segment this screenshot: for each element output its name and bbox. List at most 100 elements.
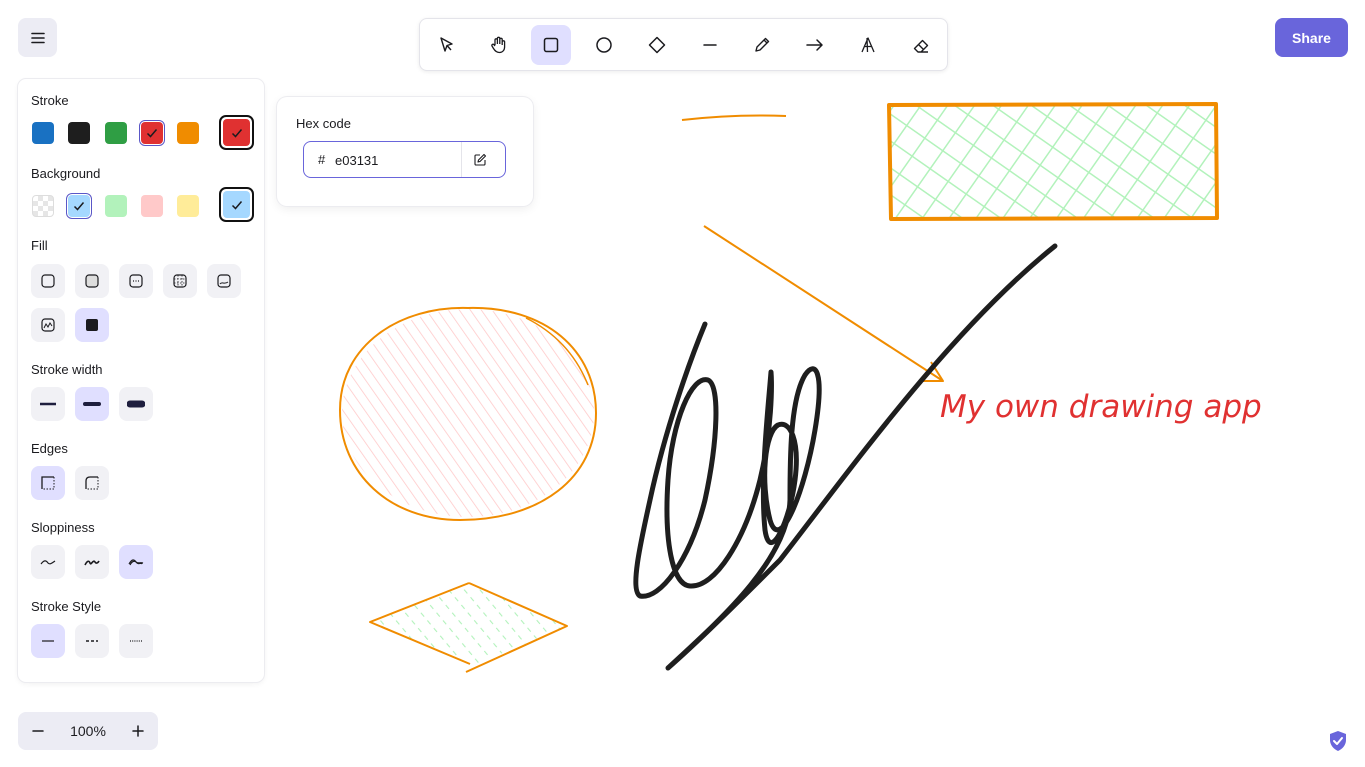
fill-zigzag-line-icon (41, 318, 55, 332)
canvas-text-shape[interactable]: My own drawing app (940, 389, 1262, 425)
fill-dashed-button[interactable] (163, 264, 197, 298)
background-color-blue[interactable] (66, 193, 92, 219)
encryption-shield-button[interactable] (1328, 730, 1348, 752)
sloppiness-architect-icon (40, 560, 56, 565)
stroke-width-bold-button[interactable] (75, 387, 109, 421)
hex-prefix: # (318, 152, 326, 167)
sloppiness-label: Sloppiness (31, 520, 95, 535)
eraser-tool[interactable] (901, 25, 941, 65)
stroke-label: Stroke (31, 93, 69, 108)
stroke-style-label: Stroke Style (31, 599, 102, 614)
stroke-color-green[interactable] (105, 122, 127, 144)
diamond-tool[interactable] (637, 25, 677, 65)
canvas-rectangle-shape[interactable] (887, 102, 1219, 221)
stroke-width-extra-bold-button[interactable] (119, 387, 153, 421)
edges-sharp-icon (41, 476, 55, 490)
background-color-green[interactable] (105, 195, 127, 217)
main-menu-button[interactable] (18, 18, 57, 57)
stroke-color-black[interactable] (68, 122, 90, 144)
minus-icon (32, 730, 44, 732)
ellipse-icon (596, 37, 612, 53)
fill-cross-hatch-button[interactable] (75, 264, 109, 298)
edges-sharp-button[interactable] (31, 466, 65, 500)
hex-code-label: Hex code (296, 116, 351, 131)
share-button[interactable]: Share (1275, 18, 1348, 57)
stroke-style-solid-icon (42, 640, 54, 642)
zoom-out-button[interactable] (18, 712, 58, 750)
fill-dots-button[interactable] (119, 264, 153, 298)
canvas-arrow-shape[interactable] (703, 225, 944, 382)
rectangle-icon (543, 37, 559, 53)
fill-zigzag-icon (217, 274, 231, 288)
stroke-color-orange[interactable] (177, 122, 199, 144)
sloppiness-cartoonist-icon (128, 559, 144, 566)
arrow-icon (806, 39, 823, 51)
checkmark-icon (231, 200, 242, 210)
checkmark-icon (231, 128, 242, 138)
canvas-ellipse-shape[interactable] (338, 306, 598, 522)
text-icon (861, 37, 875, 53)
fill-dashed-icon (173, 274, 187, 288)
fill-zigzag-line-button[interactable] (31, 308, 65, 342)
text-tool[interactable] (848, 25, 888, 65)
shapes-toolbar (419, 18, 948, 71)
ellipse-tool[interactable] (584, 25, 624, 65)
hand-icon (491, 36, 506, 54)
sloppiness-cartoonist-button[interactable] (119, 545, 153, 579)
arrow-tool[interactable] (795, 25, 835, 65)
zoom-in-button[interactable] (118, 712, 158, 750)
pencil-tool[interactable] (742, 25, 782, 65)
shield-check-icon (1330, 731, 1346, 751)
background-color-yellow[interactable] (177, 195, 199, 217)
stroke-color-blue[interactable] (32, 122, 54, 144)
stroke-width-extra-bold-icon (127, 400, 145, 408)
plus-icon (132, 725, 144, 737)
background-current-color-button[interactable] (219, 187, 254, 222)
stroke-width-bold-icon (83, 402, 101, 406)
hex-code-input[interactable] (335, 151, 455, 169)
line-tool[interactable] (690, 25, 730, 65)
zoom-level[interactable]: 100% (58, 712, 118, 750)
eraser-icon (913, 39, 929, 53)
eyedropper-icon (474, 153, 487, 166)
background-color-transparent[interactable] (32, 195, 54, 217)
canvas-line-shape[interactable] (681, 114, 787, 121)
hand-tool[interactable] (479, 25, 519, 65)
stroke-style-dotted-button[interactable] (119, 624, 153, 658)
fill-zigzag-button[interactable] (207, 264, 241, 298)
sloppiness-artist-button[interactable] (75, 545, 109, 579)
fill-hachure-button[interactable] (31, 264, 65, 298)
selection-tool[interactable] (427, 25, 467, 65)
stroke-style-dashed-button[interactable] (75, 624, 109, 658)
fill-cross-hatch-icon (85, 274, 99, 288)
stroke-width-thin-button[interactable] (31, 387, 65, 421)
hamburger-icon (30, 32, 45, 43)
fill-solid-button[interactable] (75, 308, 109, 342)
rectangle-tool[interactable] (531, 25, 571, 65)
background-color-pink[interactable] (141, 195, 163, 217)
stroke-color-red[interactable] (139, 120, 165, 146)
stroke-current-color-button[interactable] (219, 115, 254, 150)
hex-code-popover: Hex code # (277, 97, 533, 206)
pencil-icon (755, 37, 770, 52)
hex-field-divider (461, 142, 462, 177)
background-label: Background (31, 166, 101, 181)
stroke-style-dashed-icon (86, 640, 98, 642)
sloppiness-architect-button[interactable] (31, 545, 65, 579)
eyedropper-button[interactable] (470, 150, 490, 170)
sloppiness-artist-icon (84, 560, 100, 566)
fill-dots-icon (129, 274, 143, 288)
edges-round-button[interactable] (75, 466, 109, 500)
diamond-icon (648, 36, 666, 54)
pointer-icon (440, 37, 453, 52)
edges-label: Edges (31, 441, 68, 456)
stroke-style-solid-button[interactable] (31, 624, 65, 658)
checkmark-icon (146, 129, 158, 138)
fill-solid-icon (86, 319, 98, 331)
canvas-diamond-shape[interactable] (369, 582, 568, 673)
canvas-freedraw-shape[interactable] (633, 243, 1058, 671)
fill-hachure-icon (41, 274, 55, 288)
checkmark-icon (73, 202, 85, 211)
edges-round-icon (85, 476, 99, 490)
stroke-style-dotted-icon (130, 640, 142, 642)
